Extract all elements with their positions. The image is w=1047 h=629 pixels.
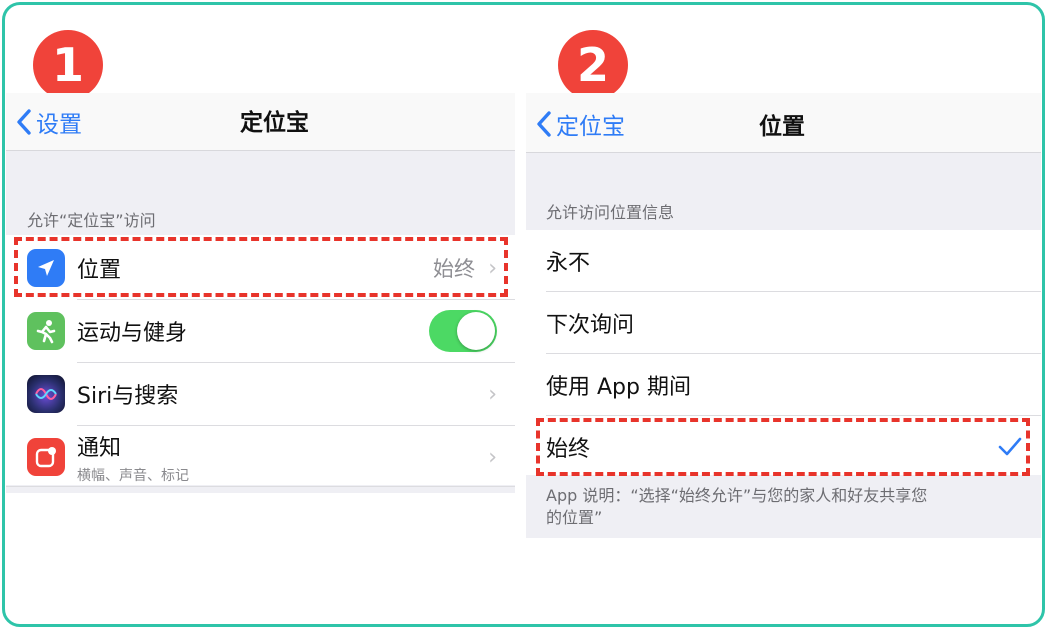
panel-location-access: 定位宝 位置 允许访问位置信息 永不 下次询问 使用 App 期间 始终 App… <box>526 93 1041 538</box>
back-label: 定位宝 <box>556 114 625 140</box>
list-item-siri[interactable]: Siri与搜索 › <box>6 363 515 425</box>
step-badge-1: 1 <box>33 30 103 100</box>
option-ask-next-time[interactable]: 下次询问 <box>526 292 1041 354</box>
section-header: 允许“定位宝”访问 <box>27 211 156 230</box>
row-text: 通知 横幅、声音、标记 <box>77 430 189 485</box>
row-value: 始终 <box>433 257 475 281</box>
list-item-location[interactable]: 位置 始终 › <box>6 237 515 299</box>
option-while-using[interactable]: 使用 App 期间 <box>526 354 1041 416</box>
divider <box>6 486 515 487</box>
option-always[interactable]: 始终 <box>526 416 1041 478</box>
siri-icon <box>27 375 65 413</box>
fitness-toggle[interactable] <box>429 310 497 352</box>
list-item-fitness: 运动与健身 <box>6 300 515 362</box>
section-header: 允许访问位置信息 <box>546 203 675 222</box>
row-label: 运动与健身 <box>77 321 188 346</box>
row-sublabel: 横幅、声音、标记 <box>77 467 189 484</box>
location-arrow-icon <box>27 249 65 287</box>
option-label: 下次询问 <box>546 313 635 338</box>
row-label: 通知 <box>77 435 122 461</box>
list-item-notifications[interactable]: 通知 横幅、声音、标记 › <box>6 426 515 488</box>
permissions-list: 位置 始终 › 运动与健身 Siri与搜索 › 通知 横幅、声音、标记 › <box>6 235 515 488</box>
notification-icon <box>27 438 65 476</box>
option-label: 使用 App 期间 <box>546 375 691 400</box>
chevron-right-icon: › <box>488 444 497 470</box>
checkmark-icon <box>998 437 1022 456</box>
chevron-left-icon <box>17 109 31 135</box>
footer-line: 的位置” <box>546 508 603 527</box>
option-never[interactable]: 永不 <box>526 230 1041 292</box>
panel-app-settings: 设置 定位宝 允许“定位宝”访问 位置 始终 › 运动与健身 Siri与搜索 ›… <box>6 93 515 493</box>
row-label: 位置 <box>77 258 122 283</box>
footer-line: App 说明：“选择“始终允许”与您的家人和好友共享您 <box>546 486 928 505</box>
page-title: 定位宝 <box>240 110 309 136</box>
chevron-left-icon <box>537 111 551 137</box>
back-button[interactable]: 定位宝 <box>536 105 625 143</box>
step-badge-2: 2 <box>558 30 628 100</box>
toggle-knob <box>457 312 495 350</box>
fitness-runner-icon <box>27 312 65 350</box>
back-button[interactable]: 设置 <box>16 103 82 141</box>
option-label: 始终 <box>546 437 591 462</box>
location-options-list: 永不 下次询问 使用 App 期间 始终 <box>526 230 1041 475</box>
chevron-right-icon: › <box>488 255 497 281</box>
chevron-right-icon: › <box>488 381 497 407</box>
back-label: 设置 <box>36 112 82 138</box>
app-explanation: App 说明：“选择“始终允许”与您的家人和好友共享您 的位置” <box>546 485 927 529</box>
navigation-bar: 设置 定位宝 <box>6 93 515 151</box>
row-label: Siri与搜索 <box>77 384 179 409</box>
navigation-bar: 定位宝 位置 <box>526 93 1041 153</box>
page-title: 位置 <box>759 114 805 140</box>
option-label: 永不 <box>546 251 591 276</box>
